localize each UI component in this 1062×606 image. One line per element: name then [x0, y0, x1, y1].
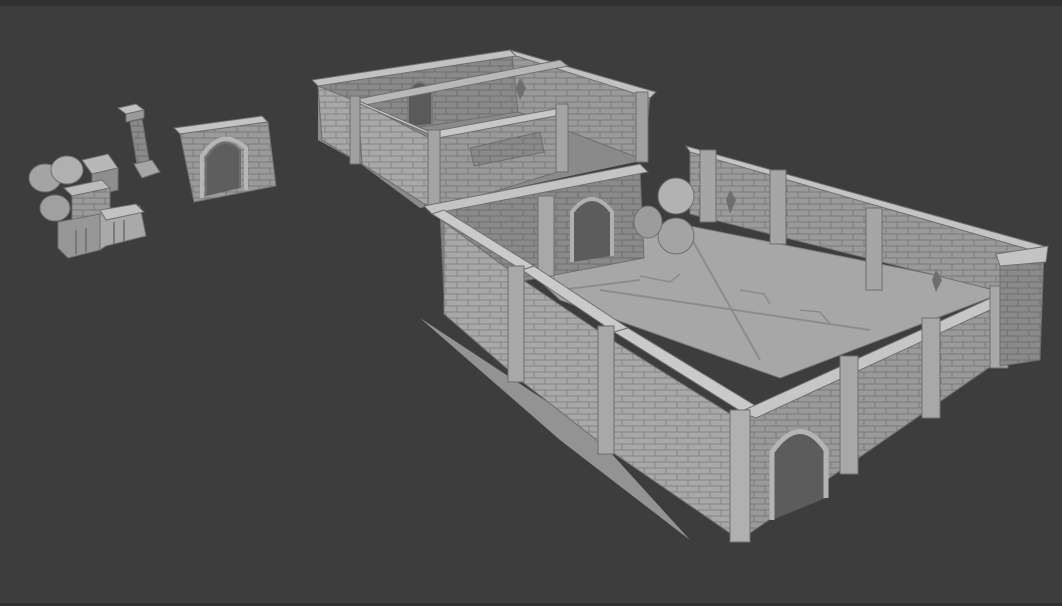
arched-wall-segment-prop-icon[interactable] [172, 115, 277, 203]
viewport-scene[interactable] [0, 0, 1062, 606]
dungeon-main-room-icon[interactable] [420, 145, 1049, 543]
crates-and-barrels-prop-icon[interactable] [28, 153, 147, 259]
3d-viewport[interactable]: crates-and-barrels-prop stone-pillar-pro… [0, 0, 1062, 606]
stone-pillar-prop-icon[interactable] [116, 103, 161, 179]
